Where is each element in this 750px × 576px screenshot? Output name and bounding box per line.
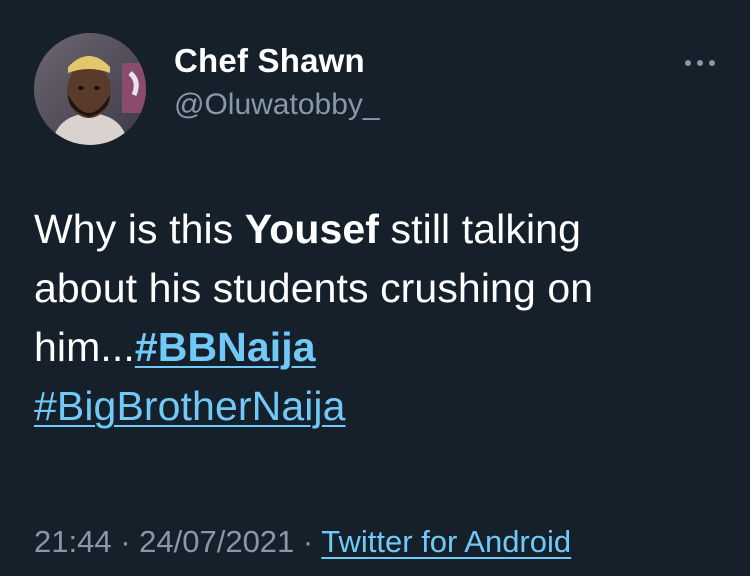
meta-separator: ·: [111, 524, 140, 559]
tweet-line: about his students crushing on: [34, 265, 594, 311]
hashtag-link-bbnaija[interactable]: #BBNaija: [135, 324, 316, 370]
display-name[interactable]: Chef Shawn: [174, 42, 365, 80]
tweet-text-segment: Why is this: [34, 206, 245, 252]
meta-separator: ·: [294, 524, 322, 559]
tweet-line: #BigBrotherNaija: [34, 377, 734, 436]
tweet-line: Why is this Yousef still talking: [34, 200, 734, 259]
tweet-text-bold: Yousef: [244, 206, 380, 252]
tweet-text: Why is this Yousef still talking about h…: [34, 200, 734, 436]
more-horizontal-icon[interactable]: [682, 55, 718, 71]
username-handle[interactable]: @Oluwatobby_: [174, 88, 380, 122]
tweet-card: Chef Shawn @Oluwatobby_ Why is this Yous…: [0, 0, 750, 576]
tweet-text-segment: him...: [34, 324, 135, 370]
hashtag-link-bigbrothernaija[interactable]: #BigBrotherNaija: [34, 383, 346, 429]
tweet-text-segment: still talking: [379, 206, 581, 252]
tweet-line: him...#BBNaija: [34, 318, 734, 377]
tweet-source-link[interactable]: Twitter for Android: [321, 524, 571, 559]
tweet-metadata: 21:44 · 24/07/2021 · Twitter for Android: [34, 524, 571, 560]
tweet-time: 21:44: [34, 524, 112, 559]
avatar[interactable]: [34, 33, 146, 145]
avatar-image: [34, 33, 146, 145]
tweet-date: 24/07/2021: [139, 524, 295, 559]
